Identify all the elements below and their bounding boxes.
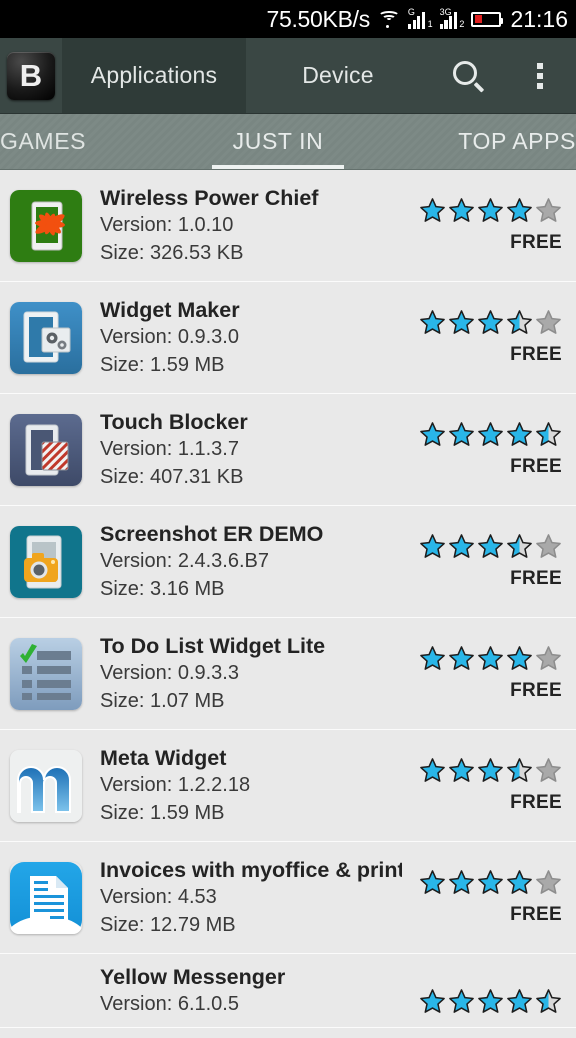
app-rating-price: FREE	[402, 309, 562, 366]
app-meta: Meta Widget Version: 1.2.2.18 Size: 1.59 M…	[100, 745, 402, 827]
app-version: Version: 1.1.3.7	[100, 437, 239, 460]
app-meta: To Do List Widget Lite Version: 0.9.3.3 Si…	[100, 633, 402, 715]
tab-top-apps[interactable]: TOP APPS	[348, 114, 576, 169]
tab-device-label: Device	[302, 62, 374, 88]
app-list-item[interactable]: Invoices with myoffice & print Version: 4…	[0, 842, 576, 954]
app-version: Version: 6.1.0.5	[100, 993, 239, 1015]
tab-just-in-label: JUST IN	[232, 128, 324, 154]
screenshot-er-demo-icon	[10, 525, 82, 598]
app-name: Meta Widget	[100, 745, 227, 770]
app-list-item[interactable]: Yellow Messenger Version: 6.1.0.5	[0, 954, 576, 1028]
touch-blocker-icon	[10, 413, 82, 486]
invoices-myoffice-print-icon	[10, 861, 82, 934]
tab-applications[interactable]: Applications	[62, 38, 246, 113]
app-version: Version: 4.53	[100, 885, 217, 908]
clock-text: 21:16	[510, 5, 568, 32]
tab-applications-label: Applications	[90, 62, 218, 88]
app-list-item[interactable]: Meta Widget Version: 1.2.2.18 Size: 1.59 M…	[0, 730, 576, 842]
app-rating-price: FREE	[402, 421, 562, 478]
app-price: FREE	[510, 456, 562, 477]
app-meta: Yellow Messenger Version: 6.1.0.5	[100, 964, 402, 1018]
app-size: Size: 1.07 MB	[100, 689, 225, 712]
category-tab-strip: GAMES JUST IN TOP APPS	[0, 114, 576, 170]
status-bar: 75.50KB/s G 1 3G 2 21:16	[0, 0, 576, 38]
tab-just-in[interactable]: JUST IN	[208, 114, 348, 169]
rating-stars	[419, 421, 562, 448]
app-version: Version: 2.4.3.6.B7	[100, 549, 270, 572]
app-size: Size: 1.59 MB	[100, 801, 225, 824]
network-speed-text: 75.50KB/s	[266, 5, 370, 32]
app-price: FREE	[510, 232, 562, 253]
app-price: FREE	[510, 344, 562, 365]
app-version: Version: 0.9.3.0	[100, 325, 239, 348]
app-version: Version: 0.9.3.3	[100, 661, 239, 684]
app-size: Size: 1.59 MB	[100, 353, 225, 376]
app-size: Size: 326.53 KB	[100, 241, 244, 264]
app-version: Version: 1.2.2.18	[100, 773, 251, 796]
signal-sim2-index-label: 2	[459, 19, 465, 29]
search-icon	[453, 60, 484, 93]
app-list: Wireless Power Chief Version: 1.0.10 Size:…	[0, 170, 576, 1028]
action-bar: B Applications Device	[0, 38, 576, 114]
rating-stars	[419, 533, 562, 560]
signal-sim1-index-label: 1	[427, 19, 433, 29]
app-price: FREE	[510, 792, 562, 813]
rating-stars	[419, 757, 562, 784]
rating-stars	[419, 309, 562, 336]
tab-games[interactable]: GAMES	[0, 114, 208, 169]
app-list-item[interactable]: Touch Blocker Version: 1.1.3.7 Size: 407.3…	[0, 394, 576, 506]
app-list-item[interactable]: Widget Maker Version: 0.9.3.0 Size: 1.59 M…	[0, 282, 576, 394]
app-rating-price	[402, 964, 562, 1015]
wireless-power-chief-icon	[10, 189, 82, 262]
tab-device[interactable]: Device	[246, 38, 430, 113]
app-list-item[interactable]: To Do List Widget Lite Version: 0.9.3.3 Si…	[0, 618, 576, 730]
app-rating-price: FREE	[402, 869, 562, 926]
app-name: Touch Blocker	[100, 409, 248, 434]
rating-stars	[419, 197, 562, 224]
app-name: Wireless Power Chief	[100, 185, 319, 210]
app-version: Version: 1.0.10	[100, 213, 234, 236]
app-name: To Do List Widget Lite	[100, 633, 326, 658]
signal-sim2-network-label: 3G	[439, 7, 452, 17]
wifi-icon	[377, 9, 401, 29]
app-size: Size: 12.79 MB	[100, 913, 236, 936]
overflow-menu-button[interactable]	[504, 38, 576, 113]
overflow-menu-icon	[537, 62, 543, 89]
signal-sim1-network-label: G	[407, 7, 415, 17]
rating-stars	[419, 869, 562, 896]
app-logo-letter: B	[7, 51, 55, 100]
tab-top-apps-label: TOP APPS	[458, 128, 576, 154]
app-name: Screenshot ER DEMO	[100, 521, 324, 546]
app-rating-price: FREE	[402, 197, 562, 254]
app-meta: Widget Maker Version: 0.9.3.0 Size: 1.59 M…	[100, 297, 402, 379]
app-meta: Touch Blocker Version: 1.1.3.7 Size: 407.3…	[100, 409, 402, 491]
app-list-item[interactable]: Screenshot ER DEMO Version: 2.4.3.6.B7 Siz…	[0, 506, 576, 618]
app-meta: Invoices with myoffice & print Version: 4…	[100, 857, 402, 939]
battery-icon	[471, 11, 504, 27]
app-size: Size: 3.16 MB	[100, 577, 225, 600]
app-rating-price: FREE	[402, 533, 562, 590]
rating-stars	[419, 645, 562, 672]
app-logo[interactable]: B	[0, 38, 62, 113]
app-meta: Screenshot ER DEMO Version: 2.4.3.6.B7 Siz…	[100, 521, 402, 603]
search-button[interactable]	[432, 38, 504, 113]
app-name: Yellow Messenger	[100, 965, 286, 989]
app-list-item[interactable]: Wireless Power Chief Version: 1.0.10 Size:…	[0, 170, 576, 282]
rating-stars	[419, 988, 562, 1015]
signal-sim2-icon: 3G 2	[439, 7, 465, 29]
meta-widget-icon	[10, 749, 82, 822]
app-price: FREE	[510, 680, 562, 701]
app-rating-price: FREE	[402, 645, 562, 702]
app-name: Invoices with myoffice & print	[100, 857, 402, 882]
app-price: FREE	[510, 568, 562, 589]
widget-maker-icon	[10, 301, 82, 374]
tab-games-label: GAMES	[0, 128, 87, 154]
signal-sim1-icon: G 1	[407, 7, 433, 29]
to-do-list-widget-lite-icon	[10, 637, 82, 710]
app-name: Widget Maker	[100, 297, 240, 322]
app-price: FREE	[510, 904, 562, 925]
app-meta: Wireless Power Chief Version: 1.0.10 Size:…	[100, 185, 402, 267]
app-rating-price: FREE	[402, 757, 562, 814]
app-size: Size: 407.31 KB	[100, 465, 244, 488]
